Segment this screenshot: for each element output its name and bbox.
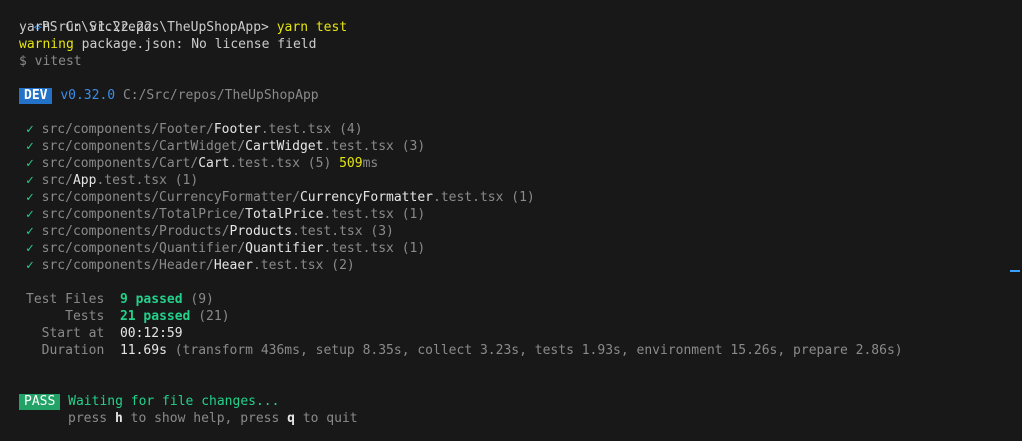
test-row: ✓ src/components/Quantifier/Quantifier.t…: [26, 240, 425, 257]
test-ext: .test.tsx: [433, 190, 504, 205]
test-files-total: (9): [182, 292, 214, 307]
dev-line: DEV v0.32.0 C:/Src/repos/TheUpShopApp: [19, 87, 319, 104]
test-dir: src/components/CurrencyFormatter/: [41, 190, 300, 205]
test-name: TotalPrice: [245, 207, 324, 222]
prompt-command: yarn test: [276, 20, 348, 35]
check-icon: ✓: [26, 241, 34, 256]
test-ext: .test.tsx: [229, 156, 300, 171]
test-row: ✓ src/components/TotalPrice/TotalPrice.t…: [26, 206, 425, 223]
test-row: ✓ src/App.test.tsx (1): [26, 172, 198, 189]
help-mid: to show help, press: [122, 411, 288, 426]
test-name: Heaer: [213, 258, 253, 273]
yarn-run-line: yarn run v1.22.22: [19, 20, 153, 35]
help-key: h: [114, 411, 123, 426]
check-icon: ✓: [26, 258, 34, 273]
test-dir: src/components/TotalPrice/: [41, 207, 246, 222]
check-icon: ✓: [26, 173, 34, 188]
duration-value: 11.69s: [119, 343, 167, 358]
test-ext: .test.tsx: [96, 173, 167, 188]
test-count: (1): [393, 241, 426, 256]
test-row: ✓ src/components/Cart/Cart.test.tsx (5) …: [26, 155, 378, 172]
test-dir: src/components/Cart/: [41, 156, 199, 171]
check-icon: ✓: [26, 156, 34, 171]
test-ext: .test.tsx: [252, 258, 324, 273]
tests-label: Tests: [65, 309, 105, 324]
check-icon: ✓: [26, 122, 34, 137]
test-files-passed: 9 passed: [119, 292, 183, 307]
test-name: Quantifier: [245, 241, 324, 256]
pass-badge: PASS: [19, 394, 61, 410]
pass-line: PASS Waiting for file changes...: [19, 393, 279, 410]
test-count: (1): [503, 190, 535, 205]
test-dir: src/components/Footer/: [41, 122, 214, 137]
summary-start: Start at 00:12:59: [26, 325, 183, 342]
test-row: ✓ src/components/Footer/Footer.test.tsx …: [26, 121, 363, 138]
project-path: C:/Src/repos/TheUpShopApp: [122, 88, 319, 103]
test-files-label: Test Files: [26, 292, 105, 307]
start-value: 00:12:59: [119, 326, 183, 341]
test-name: Products: [229, 224, 293, 239]
test-name: App: [72, 173, 97, 188]
test-dir: src/components/CartWidget/: [41, 139, 246, 154]
test-count: (3): [393, 139, 426, 154]
test-row: ✓ src/components/Products/Products.test.…: [26, 223, 394, 240]
duration-label: Duration: [41, 343, 105, 358]
quit-key: q: [287, 411, 295, 426]
test-time: 509: [339, 156, 363, 171]
check-icon: ✓: [26, 139, 34, 154]
test-count: (2): [323, 258, 355, 273]
test-dir: src/components/Quantifier/: [41, 241, 246, 256]
check-icon: ✓: [26, 190, 34, 205]
help-post: to quit: [295, 411, 358, 426]
test-name: CartWidget: [245, 139, 324, 154]
test-ext: .test.tsx: [323, 139, 394, 154]
terminal-panel[interactable]: ⟡PS C:\Src\repos\TheUpShopApp> yarn test…: [0, 0, 1006, 441]
waiting-text: Waiting for file changes...: [68, 394, 280, 409]
check-icon: ✓: [26, 224, 34, 239]
test-count: (1): [393, 207, 426, 222]
help-pre: press: [68, 411, 115, 426]
test-dir: src/components/Products/: [41, 224, 230, 239]
warning-text: package.json: No license field: [73, 37, 317, 52]
summary-tests: Tests 21 passed (21): [26, 308, 230, 325]
test-ext: .test.tsx: [323, 207, 394, 222]
scrollbar-marker: [1010, 270, 1020, 272]
test-row: ✓ src/components/CartWidget/CartWidget.t…: [26, 138, 425, 155]
summary-duration: Duration 11.69s (transform 436ms, setup …: [26, 342, 903, 359]
test-name: Footer: [213, 122, 261, 137]
check-icon: ✓: [26, 207, 34, 222]
dev-badge: DEV: [19, 88, 53, 104]
summary-test-files: Test Files 9 passed (9): [26, 291, 214, 308]
tests-passed: 21 passed: [119, 309, 191, 324]
terminal-scrollbar[interactable]: [1006, 0, 1022, 441]
test-count: (5): [299, 156, 332, 171]
test-count: (1): [166, 173, 199, 188]
tests-total: (21): [190, 309, 230, 324]
vitest-cmd-line: $ vitest: [19, 54, 82, 69]
test-count: (4): [331, 122, 363, 137]
help-line: press h to show help, press q to quit: [68, 410, 358, 427]
duration-detail: (transform 436ms, setup 8.35s, collect 3…: [166, 343, 903, 358]
test-ext: .test.tsx: [260, 122, 332, 137]
vitest-version: v0.32.0: [60, 88, 116, 103]
test-name: Cart: [198, 156, 230, 171]
start-label: Start at: [41, 326, 105, 341]
test-row: ✓ src/components/CurrencyFormatter/Curre…: [26, 189, 535, 206]
test-dir: src/components/Header/: [41, 258, 214, 273]
warning-label: warning: [19, 37, 74, 52]
prompt-line: ⟡PS C:\Src\repos\TheUpShopApp> yarn test: [2, 2, 347, 35]
test-ext: .test.tsx: [292, 224, 363, 239]
test-dir: src/: [41, 173, 73, 188]
warning-line: warning package.json: No license field: [19, 36, 316, 53]
test-ext: .test.tsx: [323, 241, 394, 256]
test-row: ✓ src/components/Header/Heaer.test.tsx (…: [26, 257, 355, 274]
test-count: (3): [362, 224, 394, 239]
test-name: CurrencyFormatter: [299, 190, 433, 205]
test-time-unit: ms: [362, 156, 379, 171]
